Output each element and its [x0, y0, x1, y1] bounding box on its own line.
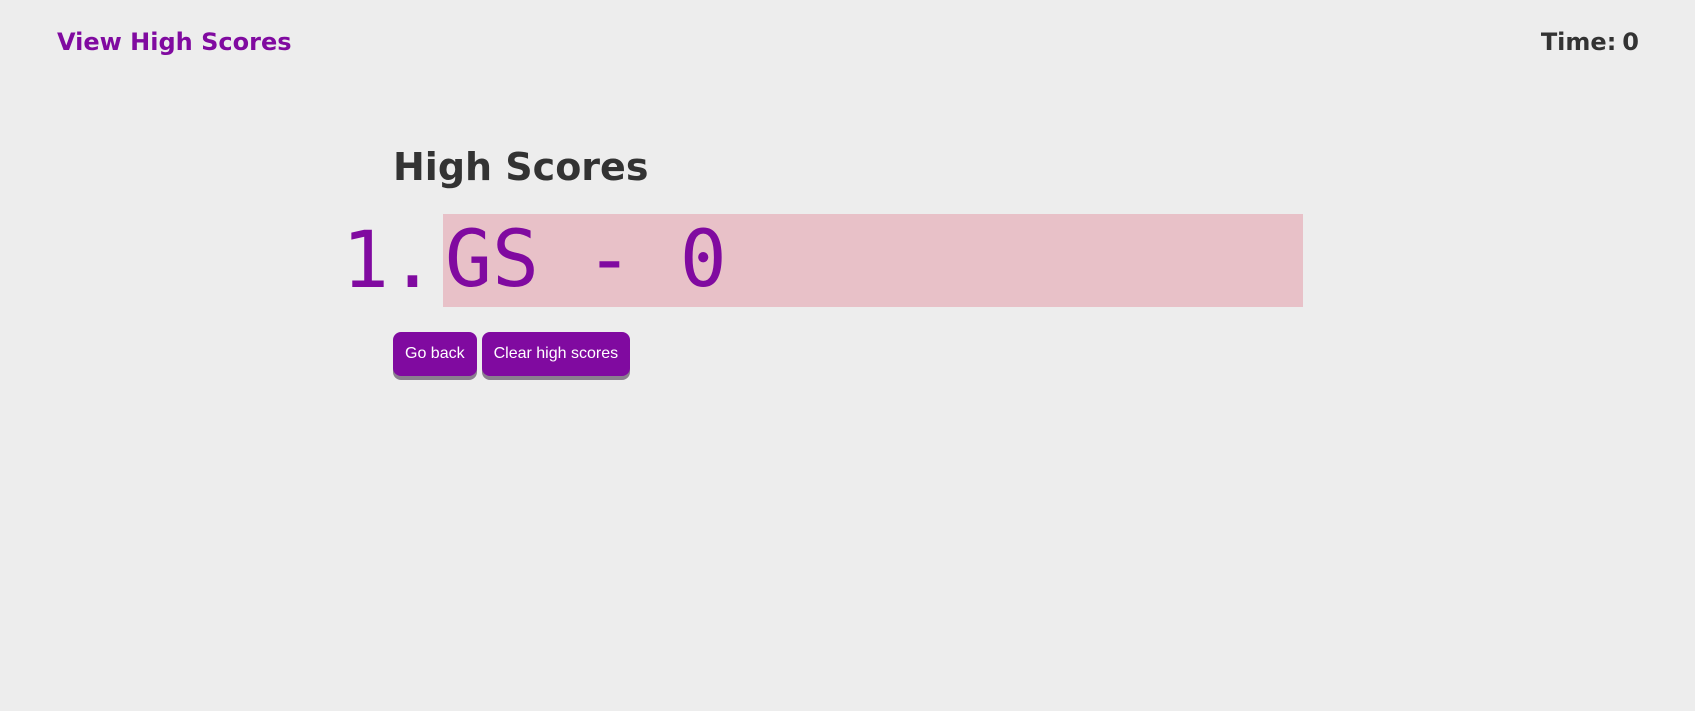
score-entry: GS - 0 — [443, 214, 1303, 307]
button-row: Go back Clear high scores — [393, 332, 631, 376]
go-back-button[interactable]: Go back — [393, 332, 477, 376]
page-title: High Scores — [393, 145, 649, 189]
view-high-scores-link[interactable]: View High Scores — [57, 28, 292, 56]
clear-high-scores-button[interactable]: Clear high scores — [481, 332, 631, 376]
timer-label: Time: — [1540, 28, 1617, 56]
timer: Time: 0 — [1541, 28, 1639, 56]
timer-value: 0 — [1622, 28, 1639, 56]
score-entry-text: GS - 0 — [445, 215, 727, 305]
score-rank: 1. — [342, 216, 436, 306]
